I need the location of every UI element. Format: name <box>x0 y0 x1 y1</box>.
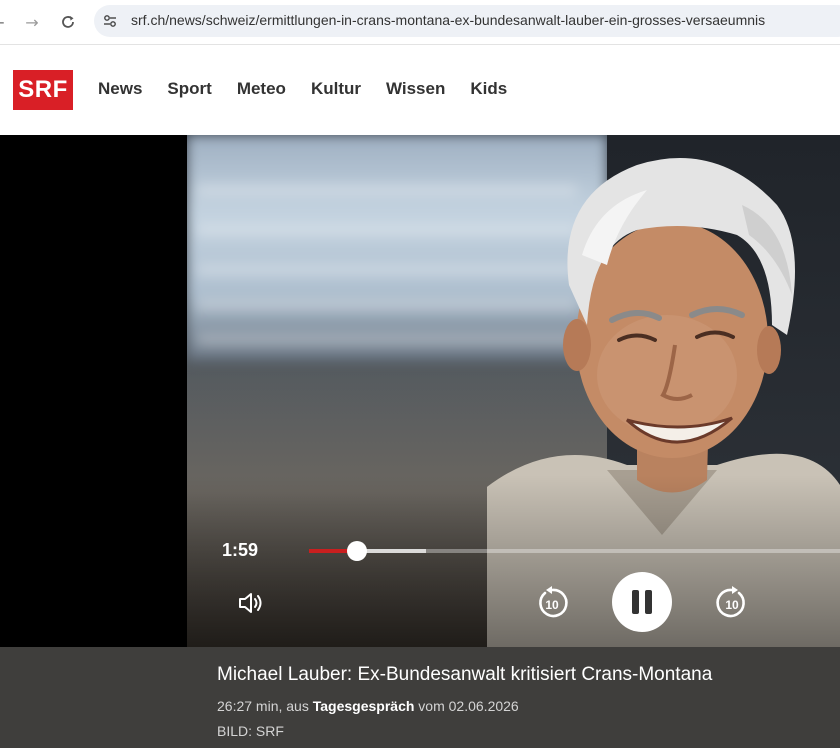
nav-item-kids[interactable]: Kids <box>470 79 507 99</box>
video-date: 02.06.2026 <box>448 698 519 714</box>
browser-toolbar: ← → srf.ch/news/schweiz/ermittlungen-in-… <box>0 0 840 45</box>
nav-item-news[interactable]: News <box>98 79 142 99</box>
video-frame[interactable] <box>187 135 840 647</box>
nav-item-wissen[interactable]: Wissen <box>386 79 445 99</box>
current-time: 1:59 <box>222 540 259 560</box>
video-title: Michael Lauber: Ex-Bundesanwalt kritisie… <box>217 664 713 685</box>
rewind-10-icon[interactable]: 10 <box>534 585 570 621</box>
nav-item-kultur[interactable]: Kultur <box>311 79 361 99</box>
progress-bar[interactable] <box>309 541 840 561</box>
address-bar[interactable]: srf.ch/news/schweiz/ermittlungen-in-cran… <box>94 5 840 37</box>
srf-logo[interactable]: SRF <box>13 70 73 110</box>
video-player[interactable]: 1:59 10 10 <box>0 135 840 647</box>
site-settings-icon[interactable] <box>102 13 118 29</box>
volume-icon[interactable] <box>236 590 266 616</box>
video-controls-shade <box>187 475 840 647</box>
video-duration: 26:27 min, aus <box>217 698 309 714</box>
nav-item-sport[interactable]: Sport <box>167 79 211 99</box>
image-credit: BILD: SRF <box>217 723 284 739</box>
video-caption: Michael Lauber: Ex-Bundesanwalt kritisie… <box>0 647 840 748</box>
progress-handle[interactable] <box>346 541 367 561</box>
date-prefix: vom <box>418 698 445 714</box>
forward-seconds-label: 10 <box>725 598 739 612</box>
pause-button[interactable] <box>612 572 672 632</box>
video-meta: 26:27 min, aus Tagesgespräch vom 02.06.2… <box>217 698 519 714</box>
pause-icon <box>632 590 652 614</box>
reload-icon[interactable] <box>56 10 80 34</box>
rewind-seconds-label: 10 <box>545 598 559 612</box>
forward-10-icon[interactable]: 10 <box>714 585 750 621</box>
main-navigation: News Sport Meteo Kultur Wissen Kids <box>98 79 532 99</box>
url-text[interactable]: srf.ch/news/schweiz/ermittlungen-in-cran… <box>131 12 765 28</box>
back-arrow-icon[interactable]: ← <box>0 10 10 34</box>
nav-item-meteo[interactable]: Meteo <box>237 79 286 99</box>
forward-arrow-icon[interactable]: → <box>20 10 44 34</box>
site-header: SRF News Sport Meteo Kultur Wissen Kids <box>0 45 840 135</box>
show-name[interactable]: Tagesgespräch <box>313 698 415 714</box>
